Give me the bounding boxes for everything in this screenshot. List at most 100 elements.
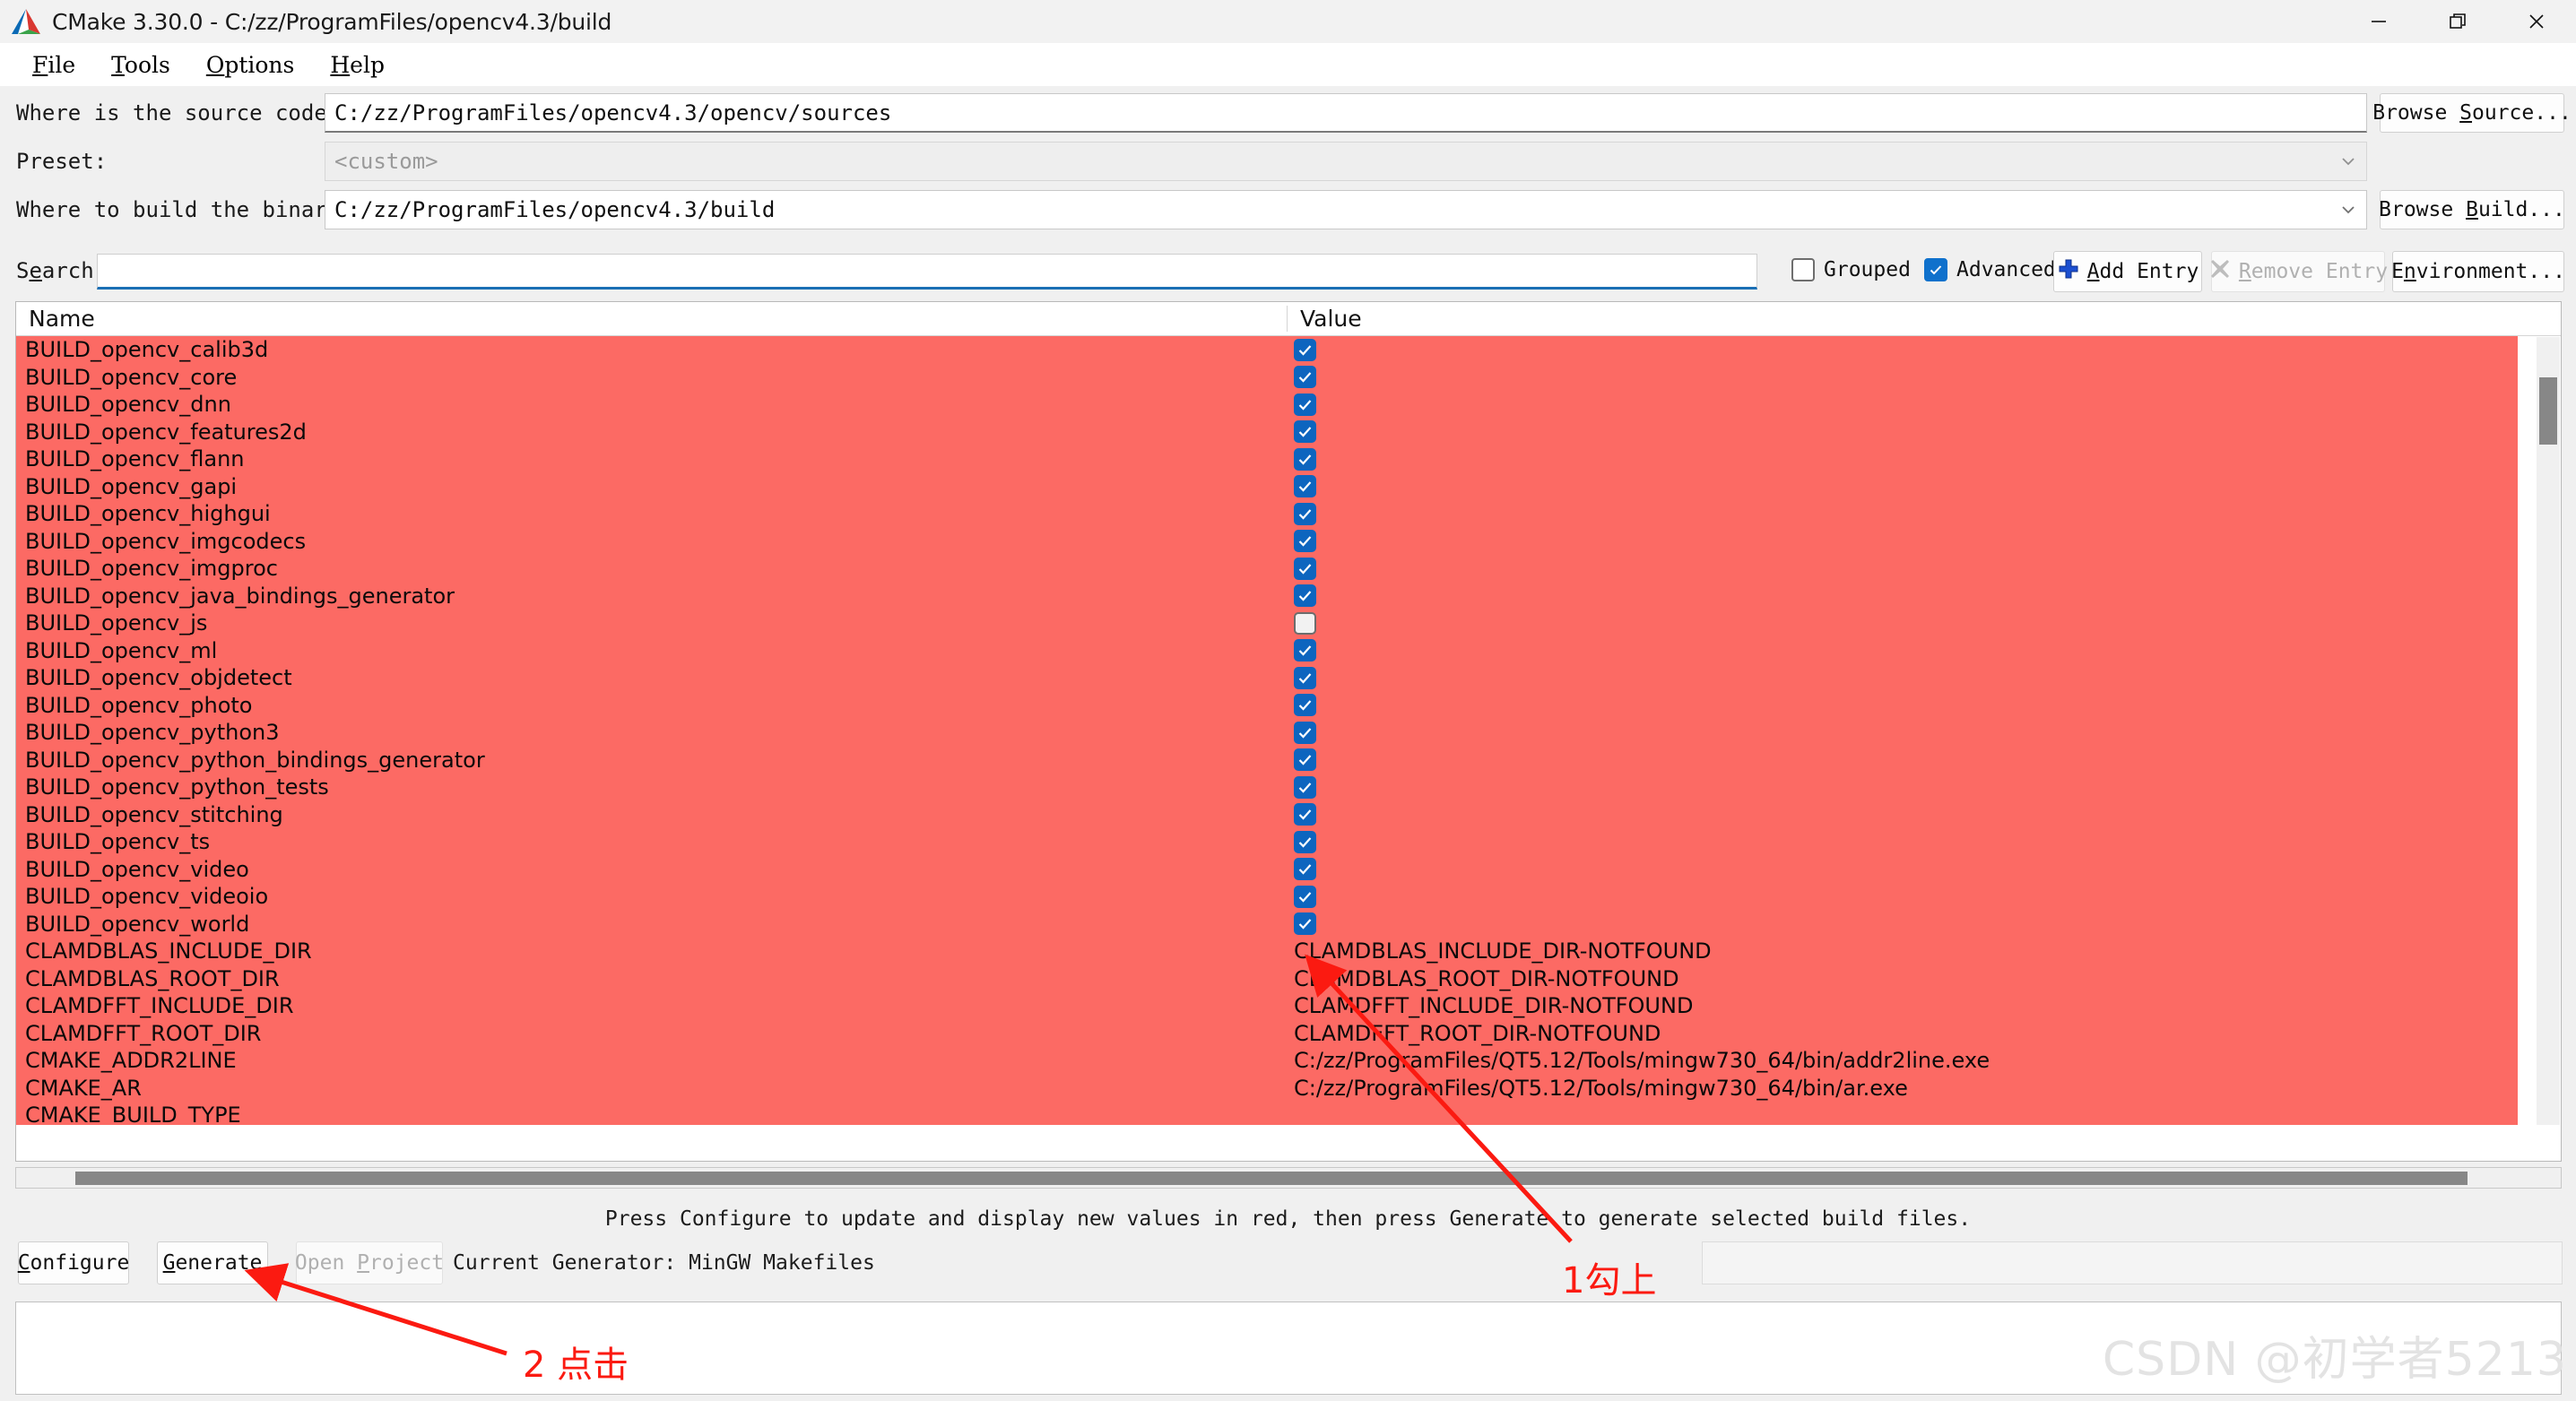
checkbox-checked-icon[interactable] xyxy=(1294,748,1316,772)
menu-item-tools[interactable]: Tools xyxy=(93,52,188,78)
table-row[interactable]: BUILD_opencv_python3 xyxy=(16,719,2518,747)
cache-variable-value[interactable] xyxy=(1287,748,2518,772)
table-row[interactable]: BUILD_opencv_dnn xyxy=(16,391,2518,419)
table-row[interactable]: BUILD_opencv_world xyxy=(16,910,2518,938)
cache-variable-value[interactable]: CLAMDBLAS_ROOT_DIR-NOTFOUND xyxy=(1287,966,2518,991)
checkbox-checked-icon[interactable] xyxy=(1294,775,1316,799)
table-row[interactable]: BUILD_opencv_java_bindings_generator xyxy=(16,582,2518,610)
table-row[interactable]: BUILD_opencv_gapi xyxy=(16,472,2518,500)
table-row[interactable]: BUILD_opencv_objdetect xyxy=(16,664,2518,692)
add-entry-button[interactable]: Add Entry xyxy=(2053,251,2202,292)
table-row[interactable]: BUILD_opencv_calib3d xyxy=(16,336,2518,364)
grouped-checkbox[interactable]: Grouped xyxy=(1791,258,1911,281)
cache-variable-value[interactable] xyxy=(1287,803,2518,826)
table-row[interactable]: BUILD_opencv_highgui xyxy=(16,500,2518,528)
cache-variable-value[interactable] xyxy=(1287,639,2518,662)
scrollbar-thumb[interactable] xyxy=(2539,377,2557,445)
search-input[interactable] xyxy=(97,254,1757,290)
cache-variable-value[interactable] xyxy=(1287,611,2518,635)
configure-button[interactable]: Configure xyxy=(18,1241,129,1284)
table-row[interactable]: BUILD_opencv_js xyxy=(16,610,2518,637)
cache-variable-value[interactable]: CLAMDFFT_INCLUDE_DIR-NOTFOUND xyxy=(1287,993,2518,1018)
checkbox-checked-icon[interactable] xyxy=(1294,447,1316,471)
table-row[interactable]: BUILD_opencv_ml xyxy=(16,636,2518,664)
table-row[interactable]: CLAMDFFT_ROOT_DIR CLAMDFFT_ROOT_DIR-NOTFO… xyxy=(16,1019,2518,1047)
cache-variable-value[interactable] xyxy=(1287,885,2518,908)
column-header-name[interactable]: Name xyxy=(16,306,1287,332)
checkbox-checked-icon[interactable] xyxy=(1294,912,1316,936)
cache-variable-value[interactable] xyxy=(1287,775,2518,799)
table-row[interactable]: CLAMDBLAS_INCLUDE_DIR CLAMDBLAS_INCLUDE_D… xyxy=(16,938,2518,965)
cache-variable-value[interactable]: CLAMDBLAS_INCLUDE_DIR-NOTFOUND xyxy=(1287,938,2518,964)
cache-variable-value[interactable] xyxy=(1287,530,2518,553)
checkbox-checked-icon[interactable] xyxy=(1294,475,1316,498)
preset-select[interactable]: <custom> xyxy=(325,142,2367,181)
minimize-icon[interactable] xyxy=(2339,0,2418,43)
table-row[interactable]: CLAMDBLAS_ROOT_DIR CLAMDBLAS_ROOT_DIR-NOT… xyxy=(16,964,2518,992)
checkbox-icon[interactable] xyxy=(1294,611,1316,635)
menu-item-file[interactable]: File xyxy=(14,52,93,78)
cache-variable-value[interactable] xyxy=(1287,338,2518,361)
cache-variable-value[interactable] xyxy=(1287,584,2518,608)
advanced-checkbox[interactable]: Advanced xyxy=(1924,258,2056,281)
checkbox-checked-icon[interactable] xyxy=(1294,530,1316,553)
cache-variable-value[interactable] xyxy=(1287,475,2518,498)
menu-item-options[interactable]: Options xyxy=(188,52,313,78)
close-icon[interactable] xyxy=(2497,0,2576,43)
table-row[interactable]: BUILD_opencv_python_bindings_generator xyxy=(16,746,2518,774)
table-row[interactable]: BUILD_opencv_core xyxy=(16,363,2518,391)
checkbox-checked-icon[interactable] xyxy=(1294,420,1316,444)
source-code-input[interactable]: C:/zz/ProgramFiles/opencv4.3/opencv/sour… xyxy=(325,93,2367,133)
menu-item-help[interactable]: Help xyxy=(312,52,403,78)
checkbox-checked-icon[interactable] xyxy=(1294,803,1316,826)
checkbox-checked-icon[interactable] xyxy=(1294,694,1316,717)
generate-button[interactable]: Generate xyxy=(157,1241,268,1284)
cache-variable-value[interactable] xyxy=(1287,721,2518,744)
table-row[interactable]: BUILD_opencv_imgproc xyxy=(16,555,2518,583)
cache-variable-value[interactable] xyxy=(1287,393,2518,416)
table-row[interactable]: BUILD_opencv_ts xyxy=(16,828,2518,856)
cache-variable-value[interactable] xyxy=(1287,502,2518,525)
environment-button[interactable]: Environment... xyxy=(2391,251,2565,292)
checkbox-checked-icon[interactable] xyxy=(1294,502,1316,525)
checkbox-checked-icon[interactable] xyxy=(1294,858,1316,881)
table-row[interactable]: BUILD_opencv_stitching xyxy=(16,800,2518,828)
checkbox-checked-icon[interactable] xyxy=(1294,639,1316,662)
table-row[interactable]: BUILD_opencv_videoio xyxy=(16,883,2518,911)
checkbox-checked-icon[interactable] xyxy=(1294,721,1316,744)
cache-variable-value[interactable]: CLAMDFFT_ROOT_DIR-NOTFOUND xyxy=(1287,1021,2518,1046)
checkbox-checked-icon[interactable] xyxy=(1294,557,1316,580)
cache-variable-value[interactable] xyxy=(1287,557,2518,580)
cache-variable-value[interactable] xyxy=(1287,694,2518,717)
browse-build-button[interactable]: Browse Build... xyxy=(2379,190,2565,229)
table-row[interactable]: CMAKE_AR C:/zz/ProgramFiles/QT5.12/Tools/… xyxy=(16,1074,2518,1102)
checkbox-checked-icon[interactable] xyxy=(1294,885,1316,908)
browse-source-button[interactable]: Browse Source... xyxy=(2372,93,2572,133)
checkbox-checked-icon[interactable] xyxy=(1294,830,1316,853)
table-row[interactable]: BUILD_opencv_photo xyxy=(16,691,2518,719)
restore-icon[interactable] xyxy=(2418,0,2497,43)
cache-variable-value[interactable] xyxy=(1287,666,2518,689)
table-row[interactable]: BUILD_opencv_imgcodecs xyxy=(16,527,2518,555)
vertical-scrollbar[interactable] xyxy=(2537,337,2560,1125)
table-row[interactable]: BUILD_opencv_flann xyxy=(16,445,2518,473)
table-row[interactable]: CLAMDFFT_INCLUDE_DIR CLAMDFFT_INCLUDE_DIR… xyxy=(16,992,2518,1020)
checkbox-checked-icon[interactable] xyxy=(1294,393,1316,416)
table-row[interactable]: CMAKE_BUILD_TYPE xyxy=(16,1102,2518,1125)
checkbox-checked-icon[interactable] xyxy=(1294,666,1316,689)
cache-variable-value[interactable] xyxy=(1287,366,2518,389)
checkbox-checked-icon[interactable] xyxy=(1294,584,1316,608)
cache-variable-value[interactable] xyxy=(1287,858,2518,881)
table-row[interactable]: CMAKE_ADDR2LINE C:/zz/ProgramFiles/QT5.12… xyxy=(16,1047,2518,1075)
table-row[interactable]: BUILD_opencv_video xyxy=(16,855,2518,883)
cache-variable-value[interactable]: C:/zz/ProgramFiles/QT5.12/Tools/mingw730… xyxy=(1287,1076,2518,1101)
cache-variable-value[interactable] xyxy=(1287,830,2518,853)
table-row[interactable]: BUILD_opencv_features2d xyxy=(16,418,2518,445)
cache-variable-value[interactable]: C:/zz/ProgramFiles/QT5.12/Tools/mingw730… xyxy=(1287,1048,2518,1073)
build-binaries-input[interactable]: C:/zz/ProgramFiles/opencv4.3/build xyxy=(325,190,2367,229)
column-header-value[interactable]: Value xyxy=(1287,306,2561,332)
scrollbar-thumb-horizontal[interactable] xyxy=(75,1172,2468,1185)
cache-variable-value[interactable] xyxy=(1287,447,2518,471)
table-row[interactable]: BUILD_opencv_python_tests xyxy=(16,774,2518,801)
checkbox-checked-icon[interactable] xyxy=(1294,366,1316,389)
